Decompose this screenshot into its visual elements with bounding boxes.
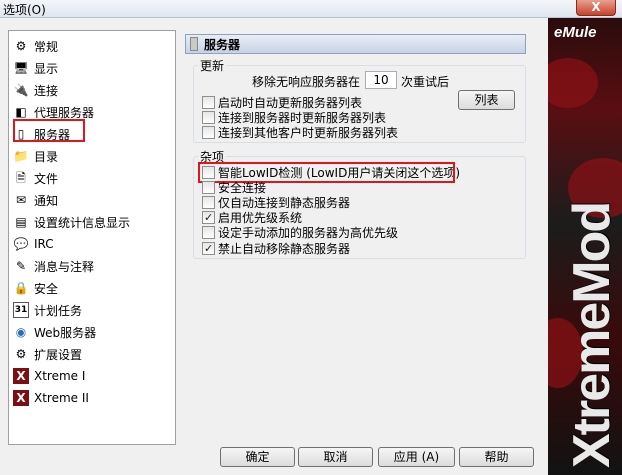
nav-item-label: Web服务器: [34, 325, 97, 340]
option-label: 禁止自动移除静态服务器: [218, 242, 351, 256]
stats-icon: ▤: [15, 215, 27, 229]
nav-item-label: 连接: [34, 83, 59, 98]
nav-item-notifications[interactable]: ✉ 通知: [13, 190, 173, 210]
checkbox[interactable]: [202, 126, 215, 139]
panel-header: 服务器: [185, 34, 526, 54]
nav-item-xtreme-1[interactable]: X Xtreme I: [13, 366, 173, 386]
options-nav-list[interactable]: ⚙ 常规 🖥 显示 🔌 连接 ◧ 代理服务器 ▯ 服务器 📁 目录 🗎 文件 ✉: [8, 30, 176, 445]
brand-banner: eMule XtremeMod: [548, 18, 622, 475]
checkbox[interactable]: [202, 96, 215, 109]
nav-item-xtreme-2[interactable]: X Xtreme II: [13, 388, 173, 408]
extended-icon: ⚙: [15, 347, 27, 361]
nav-item-label: 扩展设置: [34, 347, 83, 362]
xtrememod-logo: XtremeMod: [562, 203, 622, 468]
checkbox[interactable]: [202, 226, 215, 239]
nav-item-files[interactable]: 🗎 文件: [13, 168, 173, 188]
update-on-start-option[interactable]: 启动时自动更新服务器列表: [202, 95, 362, 110]
nav-item-label: 文件: [34, 171, 59, 186]
ok-button[interactable]: 确定: [220, 447, 295, 467]
nav-item-extended[interactable]: ⚙ 扩展设置: [13, 344, 173, 364]
safe-connect-option[interactable]: 安全连接: [202, 180, 266, 195]
nav-item-connection[interactable]: 🔌 连接: [13, 80, 173, 100]
emule-logo: eMule: [554, 24, 597, 41]
nav-item-webserver[interactable]: ◉ Web服务器: [13, 322, 173, 342]
option-label: 连接到其他客户时更新服务器列表: [218, 126, 399, 140]
nav-item-label: 计划任务: [34, 303, 83, 318]
lock-icon: 🔒: [13, 281, 29, 295]
priority-system-option[interactable]: 启用优先级系统: [202, 210, 302, 225]
server-icon: [190, 37, 198, 51]
manual-high-priority-option[interactable]: 设定手动添加的服务器为高优先级: [202, 225, 398, 240]
retry-count-input[interactable]: 10: [365, 71, 397, 89]
options-dialog: ⚙ 常规 🖥 显示 🔌 连接 ◧ 代理服务器 ▯ 服务器 📁 目录 🗎 文件 ✉: [0, 18, 548, 475]
xtreme-icon: X: [13, 368, 29, 384]
static-only-option[interactable]: 仅自动连接到静态服务器: [202, 195, 350, 210]
nav-item-label: 显示: [34, 61, 59, 76]
window-title: 选项(O): [3, 3, 46, 17]
cancel-button[interactable]: 取消: [298, 447, 373, 467]
nav-item-label: IRC: [34, 237, 54, 251]
calendar-icon: 31: [13, 302, 29, 318]
nav-item-label: 代理服务器: [34, 105, 95, 120]
proxy-icon: ◧: [15, 105, 27, 119]
nav-item-messages[interactable]: ✎ 消息与注释: [13, 256, 173, 276]
notify-icon: ✉: [15, 193, 27, 207]
file-icon: 🗎: [16, 171, 26, 185]
irc-icon: 💬: [13, 237, 29, 251]
nav-item-general[interactable]: ⚙ 常规: [13, 36, 173, 56]
nav-item-label: 常规: [34, 39, 59, 54]
close-button[interactable]: X: [576, 0, 616, 16]
update-on-client-connect-option[interactable]: 连接到其他客户时更新服务器列表: [202, 125, 398, 140]
help-button[interactable]: 帮助: [459, 447, 534, 467]
checkbox[interactable]: [202, 242, 215, 255]
checkbox[interactable]: [202, 181, 215, 194]
nav-item-display[interactable]: 🖥 显示: [13, 58, 173, 78]
nav-item-directories[interactable]: 📁 目录: [13, 146, 173, 166]
nav-item-label: Xtreme II: [34, 391, 89, 405]
messages-icon: ✎: [15, 259, 27, 273]
checkbox[interactable]: [202, 211, 215, 224]
nav-item-label: 目录: [34, 149, 59, 164]
checkbox[interactable]: [202, 111, 215, 124]
monitor-icon: 🖥: [13, 61, 29, 75]
nav-item-label: Xtreme I: [34, 369, 86, 383]
xtrememod-text: XtremeMod: [563, 202, 621, 468]
panel-title: 服务器: [204, 37, 241, 52]
nav-item-irc[interactable]: 💬 IRC: [13, 234, 173, 254]
retry-prefix: 移除无响应服务器在: [252, 75, 361, 89]
apply-button[interactable]: 应用 (A): [378, 447, 455, 467]
nav-item-label: 设置统计信息显示: [34, 215, 131, 230]
folder-icon: 📁: [13, 149, 29, 163]
nav-item-label: 通知: [34, 193, 59, 208]
title-bar: 选项(O) X: [0, 0, 622, 18]
update-on-server-connect-option[interactable]: 连接到服务器时更新服务器列表: [202, 110, 386, 125]
splash-decoration: [548, 58, 598, 108]
nav-item-label: 安全: [34, 281, 59, 296]
connection-icon: 🔌: [13, 83, 29, 97]
nav-item-label: 消息与注释: [34, 259, 95, 274]
server-list-button[interactable]: 列表: [458, 90, 515, 110]
keep-static-servers-option[interactable]: 禁止自动移除静态服务器: [202, 241, 350, 256]
option-label: 设定手动添加的服务器为高优先级: [218, 226, 399, 240]
globe-icon: ◉: [15, 325, 27, 339]
selection-highlight: [13, 119, 85, 142]
gear-icon: ⚙: [15, 39, 27, 53]
nav-item-scheduler[interactable]: 31 计划任务: [13, 300, 173, 320]
retry-suffix: 次重试后: [401, 75, 450, 89]
xtreme-icon: X: [13, 390, 29, 406]
nav-item-statistics[interactable]: ▤ 设置统计信息显示: [13, 212, 173, 232]
nav-item-security[interactable]: 🔒 安全: [13, 278, 173, 298]
update-group-label: 更新: [198, 57, 227, 74]
checkbox[interactable]: [202, 196, 215, 209]
